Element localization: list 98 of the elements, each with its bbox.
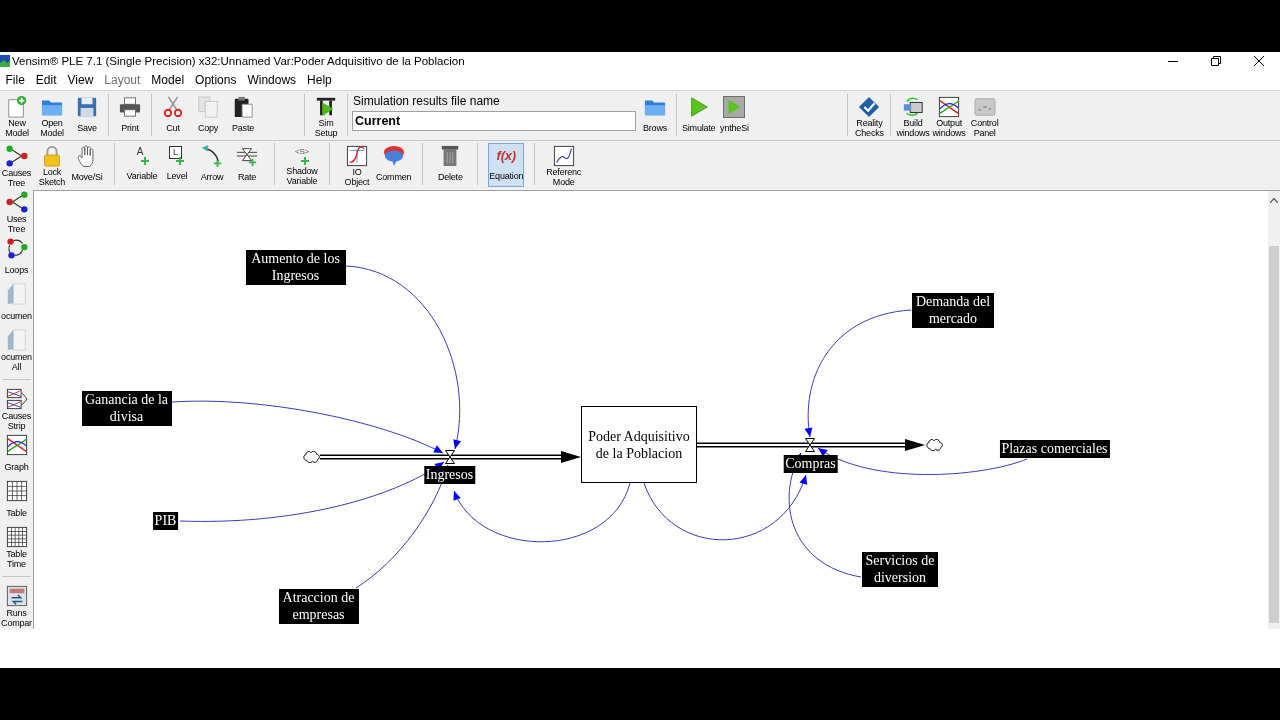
reality-checks-button[interactable]: Reality Checks [852, 94, 887, 138]
valve-plus-icon [236, 145, 258, 167]
auxiliary-variable: Atraccion de empresas [278, 589, 359, 624]
cloud-icon [303, 451, 320, 463]
line-graph-icon [5, 434, 28, 456]
windows-arrows-icon [901, 96, 924, 118]
control-panel-button[interactable]: Control Panel [967, 94, 1002, 138]
play-tile-icon [723, 96, 746, 118]
swap-arrows-icon [5, 585, 28, 607]
printer-icon [119, 96, 141, 118]
speech-bubble-icon [382, 145, 405, 167]
move-size-button[interactable]: Move/Si [70, 143, 104, 187]
arrow-tool-button[interactable]: Arrow [195, 143, 229, 187]
stock-node: Poder Adquisitivo de la Poblacion [581, 406, 697, 483]
valve-icon [805, 438, 815, 452]
document-icon [5, 283, 28, 305]
file-name-field[interactable]: Current [352, 111, 636, 131]
io-object-button[interactable]: IO Object [340, 143, 374, 187]
panel-icon [973, 96, 996, 118]
app-logo-icon [0, 55, 10, 67]
curved-arrow-icon [201, 145, 223, 167]
menu-item[interactable]: Windows [241, 72, 302, 88]
graph-curve-icon [346, 145, 368, 167]
field-label: Simulation results file name [352, 94, 501, 110]
table-grid-icon [5, 526, 28, 548]
equation-button[interactable]: f(x) Equation [488, 143, 525, 187]
auxiliary-variable: Demanda del mercado [912, 293, 994, 328]
new-model-button[interactable]: New Model [0, 94, 34, 138]
lock-sketch-button[interactable]: Lock Sketch [35, 143, 69, 187]
cloud-icon [926, 439, 943, 451]
document-icon [5, 329, 28, 351]
build-windows-button[interactable]: Build windows [895, 94, 931, 138]
simulate-button[interactable]: Simulate [681, 94, 717, 138]
browse-button[interactable]: Brows [638, 94, 672, 138]
tree-diagram-icon [5, 191, 28, 213]
auxiliary-variable: Ganancia de la divisa [81, 391, 172, 426]
output-windows-button[interactable]: Output windows [931, 94, 967, 138]
menu-item[interactable]: View [62, 72, 99, 88]
cut-button[interactable]: Cut [156, 94, 190, 138]
paste-button[interactable]: Paste [226, 94, 260, 138]
vertical-scrollbar[interactable] [1268, 190, 1280, 629]
close-icon [1253, 56, 1264, 66]
document-all-button[interactable]: ocumen All [0, 327, 33, 373]
plus-icon [176, 157, 184, 165]
runs-compare-button[interactable]: Runs Compar [0, 583, 33, 629]
shadow-variable-button[interactable]: <S> Shadow Variable [285, 143, 319, 187]
synthesim-button[interactable]: yntheSi [717, 94, 752, 138]
level-tool-button[interactable]: L Level [160, 143, 194, 187]
variable-tool-button[interactable]: A Variable [125, 143, 159, 187]
clipboard-icon [232, 96, 254, 118]
padlock-icon [41, 145, 63, 167]
line-graph-icon [938, 96, 961, 118]
menu-item[interactable]: File [0, 72, 31, 88]
minimize-icon [1167, 60, 1178, 62]
reference-mode-button[interactable]: Referenc Mode [545, 143, 583, 187]
save-button[interactable]: Save [70, 94, 104, 138]
tree-diagram-icon [5, 145, 28, 167]
plus-icon [301, 157, 309, 165]
hand-icon [77, 145, 97, 167]
open-model-button[interactable]: Open Model [35, 94, 69, 138]
comment-button[interactable]: Commen [375, 143, 413, 187]
causes-strip-button[interactable]: Causes Strip [0, 386, 33, 432]
scrollbar-thumb[interactable] [1269, 246, 1279, 623]
print-button[interactable]: Print [113, 94, 147, 138]
uses-tree-button[interactable]: Uses Tree [0, 189, 33, 235]
rate-variable: Compras [783, 455, 838, 473]
menu-item[interactable]: Edit [30, 72, 63, 88]
delete-button[interactable]: Delete [433, 143, 468, 187]
auxiliary-variable: Servicios de diversion [862, 552, 938, 587]
menu-item[interactable]: Options [189, 72, 242, 88]
rate-variable: Ingresos [423, 466, 476, 484]
copy-button[interactable]: Copy [191, 94, 225, 138]
copy-pages-icon [197, 96, 219, 118]
graph-strip-icon [5, 388, 28, 410]
sim-setup-button[interactable]: Sim Setup [309, 94, 343, 138]
check-diamond-icon [858, 96, 881, 118]
scroll-up-icon[interactable] [1270, 198, 1278, 203]
auxiliary-variable: PIB [152, 512, 179, 530]
loops-button[interactable]: Loops [0, 235, 33, 281]
table-time-button[interactable]: Table Time [0, 524, 33, 570]
graph-button[interactable]: Graph [0, 432, 33, 478]
menu-item[interactable]: Help [301, 72, 338, 88]
document-button[interactable]: ocumen [0, 281, 33, 327]
scissors-icon [162, 96, 184, 118]
restore-icon [1210, 56, 1221, 66]
play-frame-icon [315, 96, 337, 118]
causes-tree-button[interactable]: Causes Tree [0, 143, 33, 189]
loop-diagram-icon [5, 237, 28, 259]
table-grid-icon [5, 480, 28, 502]
menu-item[interactable]: Model [145, 72, 190, 88]
plus-icon [141, 157, 149, 165]
rate-tool-button[interactable]: Rate [230, 143, 264, 187]
table-button[interactable]: Table [0, 478, 33, 524]
window-title: Vensim® PLE 7.1 (Single Precision) x32:Unnamed Var:Poder Adquisitivo de la Poblacion [12, 55, 465, 67]
auxiliary-variable: Plazas comerciales [999, 440, 1110, 458]
page-plus-icon [6, 96, 28, 118]
auxiliary-variable: Aumento de los Ingresos [245, 250, 346, 285]
valve-icon [445, 450, 455, 464]
